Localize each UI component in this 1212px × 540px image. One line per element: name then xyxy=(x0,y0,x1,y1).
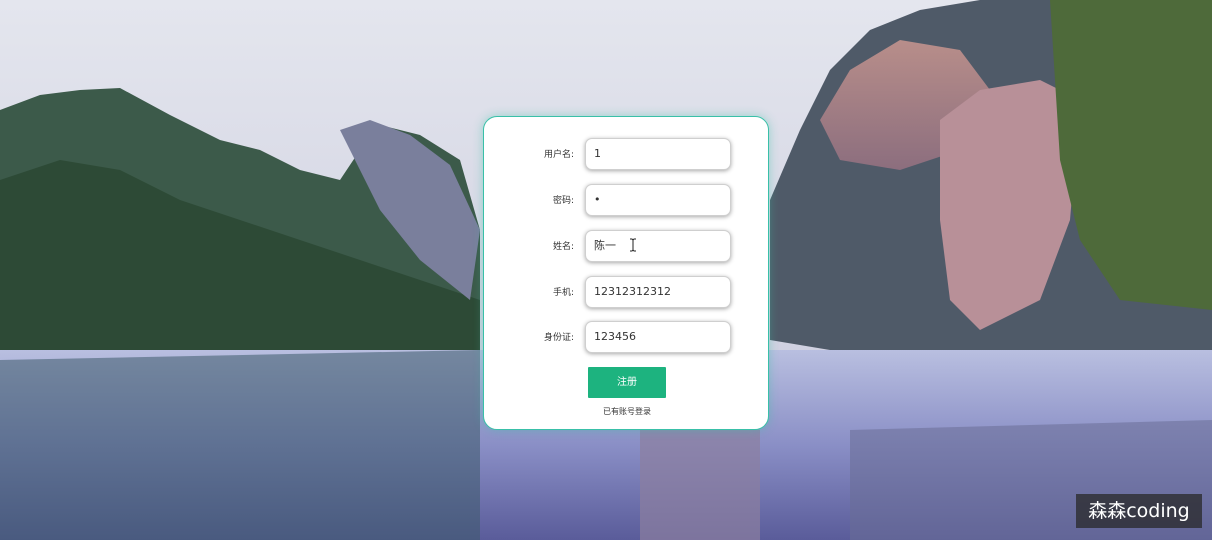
register-button[interactable]: 注册 xyxy=(588,367,666,398)
name-label: 姓名: xyxy=(552,242,574,252)
id-card-label: 身份证: xyxy=(543,333,574,343)
username-input[interactable]: 1 xyxy=(585,138,731,170)
password-row: 密码: • xyxy=(484,184,770,218)
name-row: 姓名: 陈一 xyxy=(484,230,770,264)
phone-input[interactable]: 12312312312 xyxy=(585,276,731,308)
username-row: 用户名: 1 xyxy=(484,138,770,172)
password-label: 密码: xyxy=(552,196,574,206)
phone-row: 手机: 12312312312 xyxy=(484,276,770,310)
password-input[interactable]: • xyxy=(585,184,731,216)
id-card-row: 身份证: 123456 xyxy=(484,321,770,355)
phone-label: 手机: xyxy=(552,288,574,298)
username-label: 用户名: xyxy=(543,150,574,160)
watermark: 森森coding xyxy=(1076,494,1202,528)
text-cursor-icon xyxy=(630,238,636,252)
register-card: 用户名: 1 密码: • 姓名: 陈一 手机: 12312312312 身份证:… xyxy=(483,116,769,430)
login-link[interactable]: 已有账号登录 xyxy=(484,406,770,417)
name-input[interactable]: 陈一 xyxy=(585,230,731,262)
id-card-input[interactable]: 123456 xyxy=(585,321,731,353)
